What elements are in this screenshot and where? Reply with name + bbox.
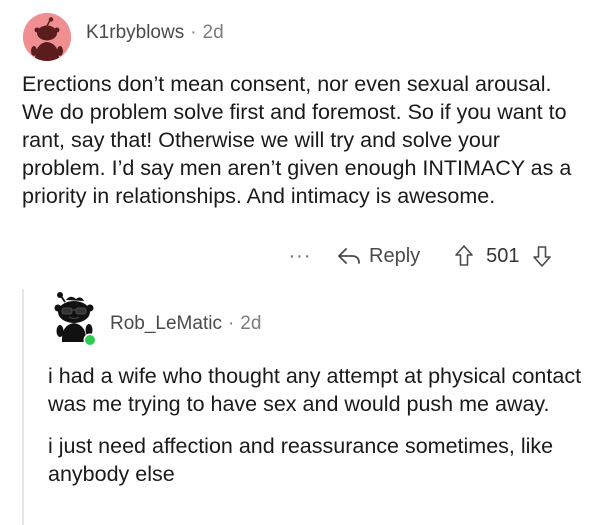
reply-username[interactable]: Rob_LeMatic [110, 313, 222, 334]
meta-separator: · [227, 313, 235, 334]
username[interactable]: K1rbyblows [86, 22, 184, 43]
comment-body: Erections don’t mean consent, nor even s… [22, 72, 572, 208]
reply-paragraph: i just need affection and reassurance so… [48, 434, 554, 486]
reply-body: i had a wife who thought any attempt at … [48, 362, 583, 488]
snoo-avatar-icon [23, 13, 71, 61]
reply-user-avatar[interactable] [48, 290, 100, 348]
reply-arrow-icon [338, 248, 360, 264]
online-status-icon [85, 335, 95, 345]
meta-separator: · [190, 22, 197, 43]
downvote-arrow-icon[interactable] [532, 244, 552, 268]
comment-age: 2d [202, 22, 224, 43]
more-options-button[interactable]: ··· [285, 241, 315, 271]
vote-score: 501 [486, 244, 520, 267]
comment-meta: K1rbyblows · 2d [86, 22, 224, 44]
reply-button[interactable]: Reply [337, 245, 420, 268]
reply-label: Reply [369, 244, 421, 267]
reply-meta: Rob_LeMatic · 2d [110, 313, 261, 335]
comment-action-bar: ··· Reply 501 [285, 241, 552, 271]
thread-line[interactable] [22, 289, 24, 525]
reply-paragraph: i had a wife who thought any attempt at … [48, 364, 582, 416]
reply-age: 2d [240, 313, 262, 334]
vote-controls: 501 [454, 244, 551, 268]
upvote-arrow-icon[interactable] [454, 244, 474, 268]
user-avatar[interactable] [23, 13, 71, 61]
snoo-sunglasses-avatar-icon [54, 292, 97, 347]
